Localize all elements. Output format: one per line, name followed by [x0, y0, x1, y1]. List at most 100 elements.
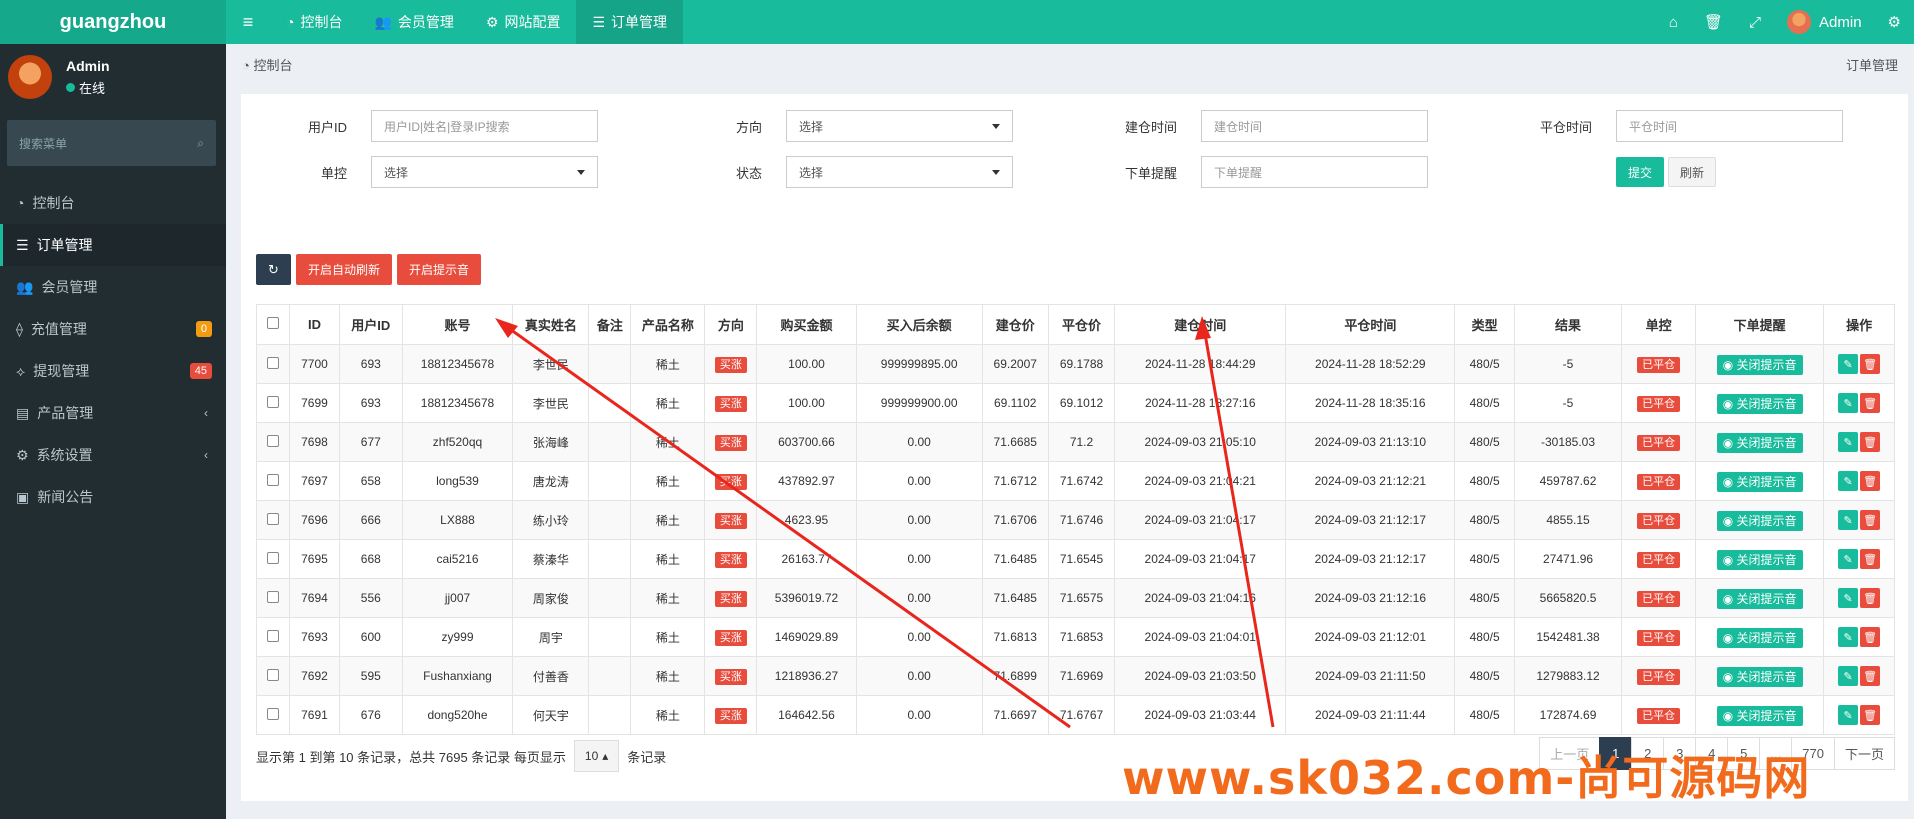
col-amount[interactable]: 购买金额 [756, 304, 857, 345]
mute-alert-button[interactable]: ◉ 关闭提示音 [1716, 627, 1803, 648]
mute-alert-button[interactable]: ◉ 关闭提示音 [1716, 666, 1803, 687]
delete-button[interactable]: 🗑 [1860, 627, 1881, 647]
delete-button[interactable]: 🗑 [1860, 705, 1881, 725]
mute-alert-button[interactable]: ◉ 关闭提示音 [1716, 354, 1803, 375]
row-checkbox[interactable] [255, 617, 291, 657]
col-close-time[interactable]: 平仓时间 [1285, 304, 1456, 345]
row-checkbox[interactable] [255, 344, 291, 384]
col-remark[interactable]: 备注 [588, 304, 632, 345]
open-time-input[interactable]: 建仓时间 [1201, 110, 1428, 142]
mute-alert-button[interactable]: ◉ 关闭提示音 [1716, 432, 1803, 453]
direction-select[interactable]: 选择 [786, 110, 1013, 142]
col-open-price[interactable]: 建仓价 [981, 304, 1049, 345]
sidebar-item-news[interactable]: ▣ 新闻公告 [0, 476, 226, 518]
col-direction[interactable]: 方向 [704, 304, 758, 345]
search-icon[interactable]: ⌕ [197, 136, 204, 151]
row-checkbox[interactable] [255, 383, 291, 423]
cell-6: 买涨 [704, 617, 758, 657]
fullscreen-button[interactable]: ⤢ [1736, 0, 1774, 44]
sidebar-item-orders[interactable]: ☰ 订单管理 [0, 224, 226, 266]
sidebar-toggle-button[interactable]: ≡ [226, 0, 270, 44]
mute-alert-button[interactable]: ◉ 关闭提示音 [1716, 393, 1803, 414]
edit-button[interactable]: ✎ [1838, 705, 1859, 725]
menu-search-input[interactable]: 搜索菜单 ⌕ [7, 120, 216, 166]
page-size-select[interactable]: 10 ▴ [573, 740, 620, 772]
table-row: 7693 600 zy999 周宇 稀土 买涨 1469029.89 0.00 71.6813 7… [255, 617, 1895, 657]
sidebar-item-products[interactable]: ▤ 产品管理 ‹ [0, 392, 226, 434]
breadcrumb-home[interactable]: ◔ 控制台 [242, 55, 292, 74]
col-product[interactable]: 产品名称 [630, 304, 706, 345]
user-id-search-input[interactable]: 用户ID|姓名|登录IP搜索 [371, 110, 598, 142]
delete-button[interactable]: 🗑 [1860, 471, 1881, 491]
status-select[interactable]: 选择 [786, 156, 1013, 188]
row-checkbox[interactable] [255, 695, 291, 735]
col-open-time[interactable]: 建仓时间 [1114, 304, 1287, 345]
row-checkbox[interactable] [255, 500, 291, 540]
delete-button[interactable]: 🗑 [1860, 588, 1881, 608]
sidebar-item-members[interactable]: 👥 会员管理 [0, 266, 226, 308]
clear-cache-button[interactable]: 🗑 [1691, 0, 1736, 44]
topnav-item-orders[interactable]: ☰ 订单管理 [576, 0, 684, 44]
sidebar-item-withdraw[interactable]: ⟡ 提现管理 45 [0, 350, 226, 392]
topnav-item-dashboard[interactable]: ◔ 控制台 [270, 0, 358, 44]
sidebar-item-recharge[interactable]: ⟠ 充值管理 0 [0, 308, 226, 350]
auto-refresh-button[interactable]: 开启自动刷新 [296, 254, 393, 285]
app-logo[interactable]: guangzhou [0, 0, 226, 44]
control-select[interactable]: 选择 [371, 156, 598, 188]
col-result[interactable]: 结果 [1513, 304, 1623, 345]
edit-button[interactable]: ✎ [1838, 666, 1859, 686]
row-checkbox[interactable] [255, 656, 291, 696]
delete-button[interactable]: 🗑 [1860, 549, 1881, 569]
delete-button[interactable]: 🗑 [1860, 354, 1881, 374]
topnav-item-site-config[interactable]: ⚙ 网站配置 [470, 0, 577, 44]
col-order-alert[interactable]: 下单提醒 [1695, 304, 1825, 345]
row-checkbox[interactable] [255, 539, 291, 579]
col-type[interactable]: 类型 [1454, 304, 1515, 345]
col-control[interactable]: 单控 [1621, 304, 1697, 345]
delete-button[interactable]: 🗑 [1860, 393, 1881, 413]
reset-button[interactable]: 刷新 [1668, 157, 1716, 187]
trash-icon: 🗑 [1863, 436, 1878, 449]
mute-alert-button[interactable]: ◉ 关闭提示音 [1716, 510, 1803, 531]
select-all-checkbox[interactable] [255, 304, 291, 345]
close-time-input[interactable]: 平仓时间 [1616, 110, 1843, 142]
mute-alert-button[interactable]: ◉ 关闭提示音 [1716, 471, 1803, 492]
col-real-name[interactable]: 真实姓名 [512, 304, 590, 345]
cell-5: 稀土 [630, 617, 706, 657]
sound-alert-button[interactable]: 开启提示音 [397, 254, 482, 285]
cell-10: 71.6545 [1047, 539, 1116, 579]
refresh-button[interactable]: ↻ [256, 254, 291, 285]
edit-button[interactable]: ✎ [1838, 510, 1859, 530]
settings-button[interactable]: ⚙ [1875, 0, 1914, 44]
sidebar-item-settings[interactable]: ⚙ 系统设置 ‹ [0, 434, 226, 476]
edit-button[interactable]: ✎ [1838, 354, 1859, 374]
delete-button[interactable]: 🗑 [1860, 666, 1881, 686]
row-checkbox[interactable] [255, 422, 291, 462]
sidebar-item-dashboard[interactable]: ◔ 控制台 [0, 182, 226, 224]
delete-button[interactable]: 🗑 [1860, 432, 1881, 452]
order-alert-input[interactable]: 下单提醒 [1201, 156, 1428, 188]
delete-button[interactable]: 🗑 [1860, 510, 1881, 530]
col-close-price[interactable]: 平仓价 [1047, 304, 1116, 345]
row-checkbox[interactable] [255, 461, 291, 501]
edit-button[interactable]: ✎ [1838, 588, 1859, 608]
col-user-id[interactable]: 用户ID [338, 304, 403, 345]
mute-alert-button[interactable]: ◉ 关闭提示音 [1716, 705, 1803, 726]
edit-button[interactable]: ✎ [1838, 471, 1859, 491]
cell-15: 已平仓 [1621, 500, 1697, 540]
col-account[interactable]: 账号 [401, 304, 514, 345]
topnav-item-members[interactable]: 👥 会员管理 [358, 0, 469, 44]
edit-button[interactable]: ✎ [1838, 549, 1859, 569]
user-menu[interactable]: Admin [1774, 0, 1875, 44]
mute-alert-button[interactable]: ◉ 关闭提示音 [1716, 549, 1803, 570]
next-page-button[interactable]: 下一页 [1833, 737, 1895, 770]
edit-button[interactable]: ✎ [1838, 627, 1859, 647]
col-id[interactable]: ID [289, 304, 340, 345]
edit-button[interactable]: ✎ [1838, 432, 1859, 452]
col-balance[interactable]: 买入后余额 [855, 304, 983, 345]
submit-button[interactable]: 提交 [1616, 157, 1664, 187]
mute-alert-button[interactable]: ◉ 关闭提示音 [1716, 588, 1803, 609]
row-checkbox[interactable] [255, 578, 291, 618]
edit-button[interactable]: ✎ [1838, 393, 1859, 413]
home-button[interactable]: ⌂ [1656, 0, 1691, 44]
